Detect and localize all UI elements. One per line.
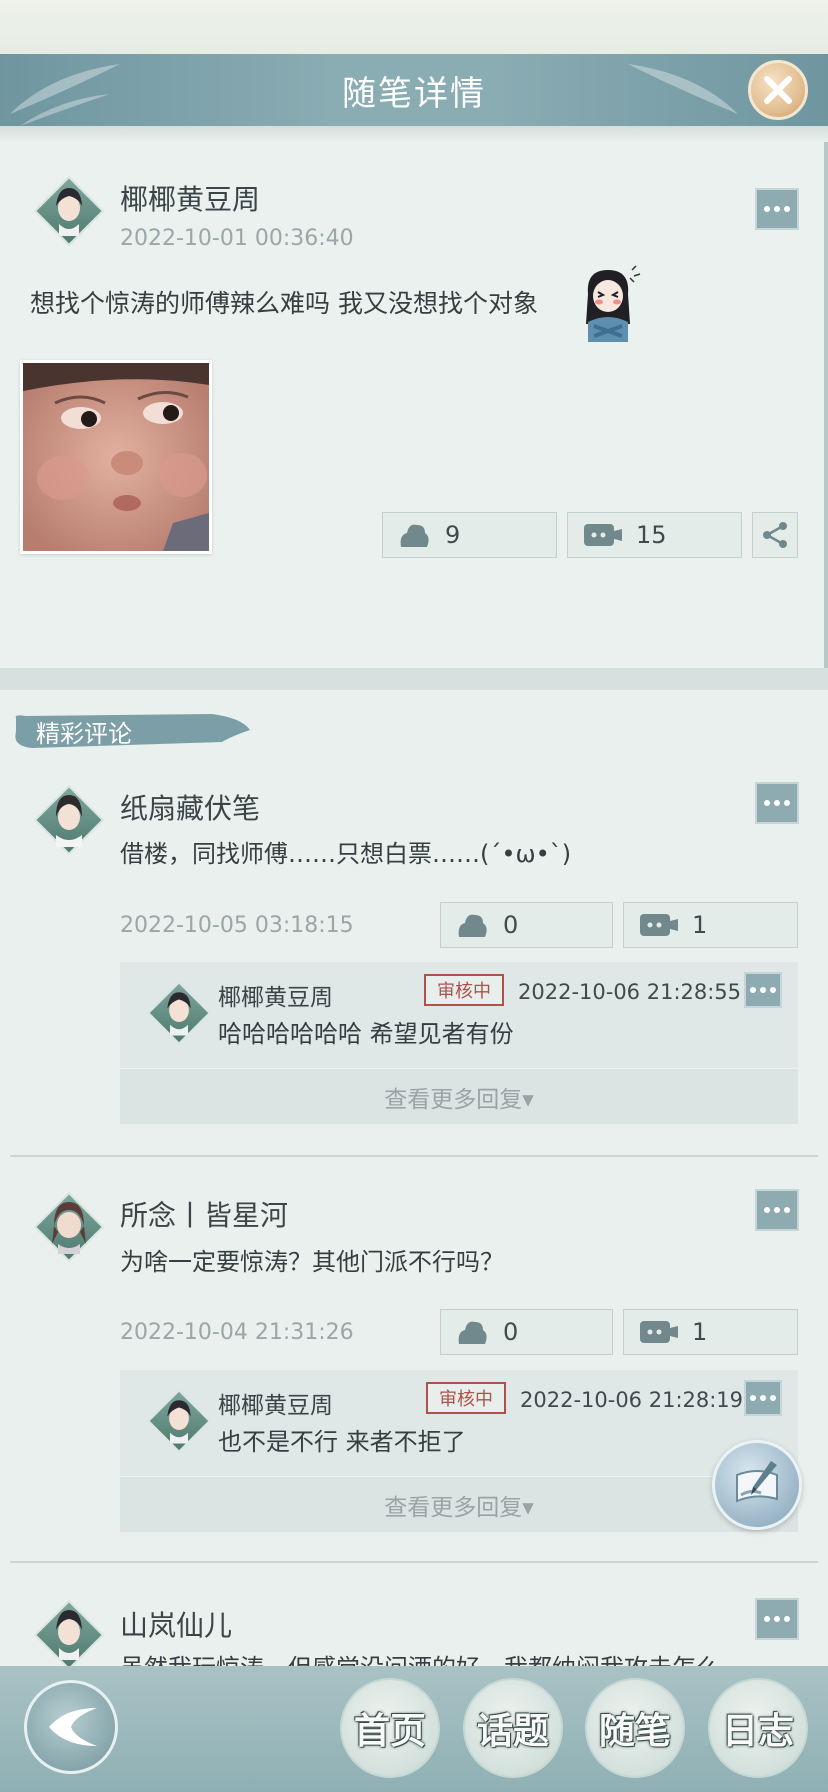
comment-icon [640,1321,678,1343]
title-bar: 随笔详情 [0,54,828,126]
nav-essays[interactable]: 随笔 [585,1678,685,1778]
title-shadow [0,126,828,142]
post-card: 椰椰黄豆周 2022-10-01 00:36:40 想找个惊涛的师傅辣么难吗 我… [0,142,828,668]
comment-reply-button[interactable]: 1 [623,1309,798,1355]
comment-author[interactable]: 山岚仙儿 [120,1604,232,1644]
comment-author[interactable]: 所念丨皆星河 [120,1194,288,1234]
review-stamp: 审核中 [426,1382,506,1414]
comment-more-button[interactable] [755,782,799,824]
comment-like-count: 0 [503,911,519,939]
comment-author[interactable]: 纸扇藏伏笔 [120,787,260,827]
comment-reply-button[interactable]: 1 [623,902,798,948]
reply-time: 2022-10-06 21:28:19 [520,1388,744,1412]
comment-time: 2022-10-04 21:31:26 [120,1320,354,1345]
avatar[interactable] [33,175,105,247]
flower-bud-icon [458,914,487,937]
back-button[interactable] [24,1680,118,1774]
comment-icon [584,524,622,546]
avatar[interactable] [33,784,105,856]
comment-like-button[interactable]: 0 [440,1309,613,1355]
share-icon [763,522,787,548]
post-text: 想找个惊涛的师傅辣么难吗 我又没想找个对象 [30,289,538,318]
page-title: 随笔详情 [342,73,486,114]
more-replies-button[interactable]: 查看更多回复▾ [120,1068,798,1124]
nav-journal[interactable]: 日志 [708,1678,808,1778]
comment-like-button[interactable]: 0 [440,902,613,948]
section-separator [0,668,828,690]
comment-reply-count: 1 [692,1318,708,1346]
comment-text: 为啥一定要惊涛？其他门派不行吗？ [120,1248,504,1276]
post-time: 2022-10-01 00:36:40 [120,226,354,251]
post-more-button[interactable] [755,188,799,230]
more-dots-icon [764,1207,770,1213]
reply-box: 椰椰黄豆周 审核中 2022-10-06 21:28:55 哈哈哈哈哈哈 希望见… [120,962,798,1068]
comment-reply-count: 1 [692,911,708,939]
comment-more-button[interactable] [755,1189,799,1231]
back-arrow-icon [49,1708,97,1746]
bottom-nav: 首页 话题 随笔 日志 [0,1666,828,1792]
girl-sticker-icon [586,265,641,342]
post-like-count: 9 [445,521,461,549]
more-dots-icon [750,987,756,993]
comment-more-button[interactable] [755,1598,799,1640]
section-label: 精彩评论 [36,720,132,748]
share-button[interactable] [752,512,798,558]
post-image[interactable] [20,360,212,554]
comment-text: 借楼，同找师傅……只想白票……(´•ω•`) [120,840,572,868]
reply-author[interactable]: 椰椰黄豆周 [218,978,333,1012]
more-dots-icon [764,1616,770,1622]
bamboo-leaf-decoration [628,64,738,114]
review-stamp: 审核中 [424,974,504,1006]
avatar[interactable] [147,981,211,1045]
comment-icon [640,914,678,936]
scrollbar[interactable] [824,142,828,682]
reply-more-button[interactable] [744,1380,782,1416]
bamboo-leaf-decoration [10,64,120,126]
more-dots-icon [750,1395,756,1401]
reply-text: 哈哈哈哈哈哈 希望见者有份 [218,1020,514,1048]
write-post-button[interactable] [712,1440,802,1530]
reply-more-button[interactable] [744,972,782,1008]
comment-divider [10,1155,818,1157]
comment-divider [10,1561,818,1563]
more-dots-icon [764,800,770,806]
nav-home[interactable]: 首页 [340,1678,440,1778]
comment-time: 2022-10-05 03:18:15 [120,913,354,938]
close-icon [764,76,792,104]
page: 随笔详情 椰椰黄豆周 2022-10-01 00:36:40 想找个惊涛的师傅辣… [0,0,828,1792]
brush-write-icon [736,1461,778,1503]
close-button[interactable] [748,60,808,120]
post-author[interactable]: 椰椰黄豆周 [120,178,260,218]
post-like-button[interactable]: 9 [382,512,557,558]
nav-topics[interactable]: 话题 [463,1678,563,1778]
reply-author[interactable]: 椰椰黄豆周 [218,1386,333,1420]
reply-text: 也不是不行 来者不拒了 [218,1428,466,1456]
reply-time: 2022-10-06 21:28:55 [518,980,742,1004]
comment-like-count: 0 [503,1318,519,1346]
avatar[interactable] [33,1191,105,1263]
avatar[interactable] [147,1389,211,1453]
status-strip [0,0,828,54]
post-comment-button[interactable]: 15 [567,512,742,558]
more-replies-button[interactable]: 查看更多回复▾ [120,1476,798,1532]
flower-bud-icon [400,524,429,547]
more-dots-icon [764,206,770,212]
reply-box: 椰椰黄豆周 审核中 2022-10-06 21:28:19 也不是不行 来者不拒… [120,1370,798,1476]
flower-bud-icon [458,1321,487,1344]
avatar[interactable] [33,1599,105,1671]
post-comment-count: 15 [636,521,667,549]
